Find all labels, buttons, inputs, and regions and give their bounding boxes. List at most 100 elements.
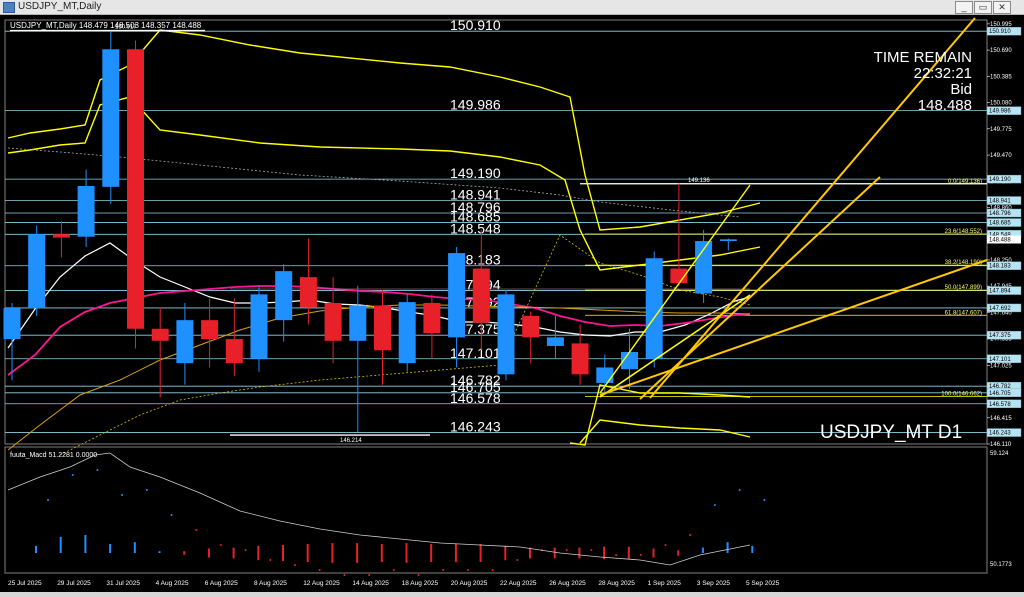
macd-histogram-bar [257, 545, 260, 561]
bear-candle-body [472, 268, 490, 323]
macd-signal-dot [763, 499, 766, 501]
macd-signal-dot [713, 504, 716, 506]
peak-marker-label: 149.136 [688, 178, 710, 184]
envelope-lower-line-2 [579, 419, 751, 444]
date-axis-label: 12 Aug 2025 [303, 580, 340, 587]
bear-candle-body [127, 49, 144, 329]
macd-signal-dot [269, 559, 272, 561]
macd-histogram-bar [306, 544, 309, 562]
bull-candle-body [250, 294, 268, 359]
price-level-box-text: 147.894 [989, 289, 1011, 295]
bull-candle-body [349, 305, 367, 341]
price-tick-label: 150.995 [990, 22, 1012, 28]
macd-histogram-bar [479, 544, 482, 562]
price-level-box-text: 148.941 [989, 199, 1011, 205]
bear-candle-body [299, 277, 317, 308]
low-marker-label: 146.214 [340, 438, 362, 444]
macd-histogram-bar [35, 545, 37, 553]
date-axis-label: 18 Aug 2025 [402, 580, 439, 587]
window-title: USDJPY_MT,Daily [18, 1, 102, 12]
macd-histogram-bar [652, 548, 655, 558]
macd-histogram-bar [380, 544, 383, 562]
fib-level-label: 61.8(147.607) [945, 310, 982, 316]
macd-signal-dot [664, 544, 667, 546]
symbol-info: USDJPY_MT,Daily 148.479 148.503 148.357 … [10, 21, 202, 30]
level-label: 148.548 [450, 220, 501, 236]
bull-candle-body [596, 367, 614, 383]
bear-candle-body [225, 339, 243, 364]
bid-value: 148.488 [918, 97, 972, 114]
macd-histogram-bar [282, 544, 284, 562]
fib-level-label: 50.0(147.899) [945, 285, 982, 291]
date-axis-label: 8 Aug 2025 [254, 580, 287, 587]
macd-histogram-bar [331, 543, 334, 563]
price-level-box-text: 150.910 [989, 29, 1011, 35]
macd-histogram-bar [133, 542, 136, 553]
date-axis-label: 25 Jul 2025 [8, 580, 42, 587]
maximize-button[interactable]: ▭ [974, 1, 992, 14]
macd-signal-dot [466, 569, 469, 571]
price-level-box-text: 147.101 [989, 357, 1011, 363]
date-axis-label: 29 Jul 2025 [57, 580, 91, 587]
macd-histogram-bar [454, 544, 457, 562]
price-level-box-text: 149.986 [989, 109, 1011, 115]
bull-candle-body [398, 302, 416, 364]
macd-pane-border [4, 446, 988, 574]
macd-histogram-bar [751, 545, 754, 553]
price-level-box-text: 146.578 [989, 402, 1011, 408]
bull-candle-body [77, 185, 95, 237]
minimize-button[interactable]: _ [955, 1, 973, 14]
macd-histogram-bar [232, 547, 235, 559]
date-axis-label: 14 Aug 2025 [352, 580, 389, 587]
macd-signal-dot [170, 514, 173, 516]
macd-signal-dot [417, 574, 420, 576]
price-tick-label: 147.025 [990, 363, 1012, 369]
level-label: 149.986 [450, 97, 501, 113]
price-tick-label: 149.470 [990, 153, 1012, 159]
bull-candle-body [176, 320, 194, 364]
date-axis-label: 3 Sep 2025 [697, 580, 731, 587]
price-level-box-text: 148.685 [989, 221, 1011, 227]
macd-histogram-bar [504, 545, 507, 561]
macd-signal-dot [615, 554, 618, 556]
trendline-1 [599, 294, 751, 398]
chart-area[interactable]: 150.910 149.986 149.190 148.941 148.796 148.6… [0, 15, 1024, 592]
macd-histogram-bar [529, 547, 531, 559]
price-level-box-text: 147.375 [989, 333, 1011, 339]
macd-histogram-bar [627, 546, 630, 560]
symbol-watermark: USDJPY_MT D1 [820, 422, 962, 443]
bear-candle-body [151, 328, 169, 341]
price-tick-label: 146.415 [990, 416, 1012, 422]
macd-signal-dot [689, 534, 692, 536]
date-axis-label: 4 Aug 2025 [156, 580, 189, 587]
macd-signal-dot [491, 569, 494, 571]
macd-histogram-bar [356, 543, 359, 563]
macd-histogram-bar [726, 542, 729, 553]
macd-axis-top: 59.124 [990, 451, 1009, 457]
bull-candle-body [546, 337, 564, 346]
date-axis-label: 5 Sep 2025 [746, 580, 780, 587]
macd-signal-dot [368, 574, 371, 576]
price-chart[interactable]: 150.910 149.986 149.190 148.941 148.796 148.6… [0, 15, 1024, 592]
macd-signal-dot [639, 554, 642, 556]
macd-histogram-bar [553, 547, 556, 559]
date-axis-label: 6 Aug 2025 [205, 580, 238, 587]
bear-candle-body [201, 320, 219, 340]
macd-histogram-bar [207, 548, 210, 558]
window-titlebar: USDJPY_MT,Daily _ ▭ ✕ [0, 0, 1024, 15]
level-label: 149.190 [450, 165, 501, 181]
macd-signal-dot [565, 549, 568, 551]
date-axis-label: 20 Aug 2025 [451, 580, 488, 587]
macd-histogram-bar [158, 551, 161, 553]
macd-signal-dot [145, 489, 148, 491]
macd-main-line [7, 452, 751, 566]
macd-signal-dot [71, 474, 74, 476]
bull-candle-body [497, 294, 515, 375]
price-level-box-text: 147.692 [989, 306, 1011, 312]
bull-candle-body [3, 308, 21, 340]
macd-histogram-bar [578, 547, 581, 559]
date-axis-label: 26 Aug 2025 [549, 580, 586, 587]
macd-histogram-bar [430, 544, 433, 562]
bear-candle-body [423, 302, 441, 334]
close-button[interactable]: ✕ [993, 1, 1011, 14]
